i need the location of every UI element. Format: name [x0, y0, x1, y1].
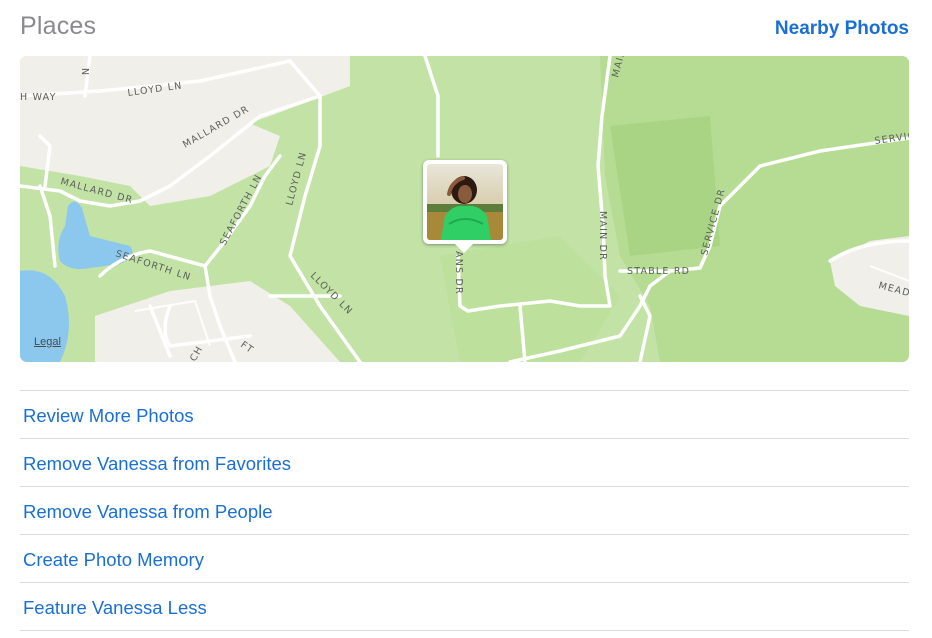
- action-label: Remove Vanessa from People: [23, 501, 273, 522]
- photo-thumbnail-image: [427, 164, 503, 240]
- person-actions-list: Review More Photos Remove Vanessa from F…: [20, 390, 909, 631]
- feature-less-button[interactable]: Feature Vanessa Less: [20, 582, 909, 631]
- road-label: STABLE RD: [627, 266, 690, 277]
- photo-location-pin[interactable]: [423, 160, 507, 253]
- remove-from-people-button[interactable]: Remove Vanessa from People: [20, 486, 909, 534]
- nearby-photos-link[interactable]: Nearby Photos: [775, 18, 909, 40]
- person-photo-thumbnail: [427, 164, 503, 240]
- create-photo-memory-button[interactable]: Create Photo Memory: [20, 534, 909, 582]
- section-title: Places: [20, 12, 97, 40]
- legal-link[interactable]: Legal: [34, 336, 61, 348]
- remove-from-favorites-button[interactable]: Remove Vanessa from Favorites: [20, 438, 909, 486]
- action-label: Review More Photos: [23, 405, 194, 426]
- action-label: Remove Vanessa from Favorites: [23, 453, 292, 474]
- places-map[interactable]: H WAY LLOYD LN N MALLARD DR MALLARD DR S…: [20, 56, 909, 362]
- action-label: Create Photo Memory: [23, 549, 204, 570]
- action-label: Feature Vanessa Less: [23, 597, 207, 618]
- places-header: Places Nearby Photos: [0, 0, 932, 56]
- road-label: N: [79, 68, 90, 76]
- road-label: ANS DR: [453, 251, 464, 295]
- lake: [20, 270, 69, 362]
- road-label: LLOYD LN: [308, 270, 355, 317]
- road-label: H WAY: [20, 92, 57, 103]
- review-more-photos-button[interactable]: Review More Photos: [20, 390, 909, 438]
- road-label: MAIN DR: [597, 211, 608, 261]
